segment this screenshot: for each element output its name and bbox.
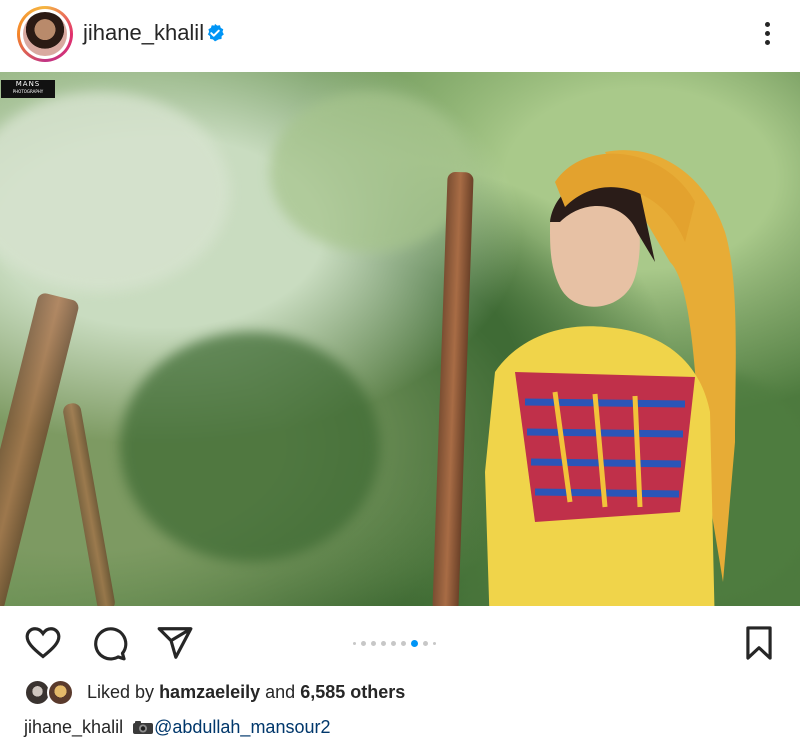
tree-trunk: [61, 402, 117, 606]
likes-count[interactable]: 6,585 others: [300, 682, 405, 702]
liker-username[interactable]: hamzaeleily: [159, 682, 260, 702]
avatar[interactable]: [17, 6, 73, 62]
carousel-dot: [353, 641, 356, 645]
liker-avatars[interactable]: [24, 679, 76, 707]
carousel-dot: [391, 640, 396, 646]
caption: jihane_khalil @abdullah_mansour2: [24, 717, 330, 738]
avatar-image: [23, 12, 67, 56]
bookmark-icon[interactable]: [740, 624, 778, 662]
carousel-indicator: [353, 639, 436, 647]
post-image[interactable]: MANS PHOTOGRAPHY: [0, 72, 800, 606]
mention-link[interactable]: @abdullah_mansour2: [154, 717, 330, 737]
verified-badge-icon: [207, 23, 224, 42]
username[interactable]: jihane_khalil: [83, 20, 204, 46]
carousel-dot: [401, 640, 406, 646]
watermark-logo: MANS PHOTOGRAPHY: [1, 80, 55, 98]
likes-row: Liked by hamzaeleily and 6,585 others: [24, 679, 724, 707]
camera-emoji: [133, 721, 154, 734]
likes-summary[interactable]: Liked by hamzaeleily and 6,585 others: [87, 682, 405, 703]
carousel-dot: [371, 640, 376, 646]
carousel-dot: [423, 640, 428, 646]
tree-trunk: [0, 291, 81, 606]
avatar: [47, 679, 74, 706]
carousel-dot: [361, 640, 366, 646]
comment-icon[interactable]: [90, 624, 128, 662]
more-vertical-icon[interactable]: [757, 20, 777, 48]
carousel-dot-active: [411, 639, 418, 647]
action-bar: [0, 606, 800, 676]
post-header: jihane_khalil: [0, 0, 800, 70]
caption-username[interactable]: jihane_khalil: [24, 717, 123, 737]
send-icon[interactable]: [156, 624, 194, 662]
carousel-dot: [381, 640, 386, 646]
woman-figure: [485, 150, 736, 606]
carousel-dot: [433, 641, 436, 645]
heart-icon[interactable]: [24, 624, 62, 662]
